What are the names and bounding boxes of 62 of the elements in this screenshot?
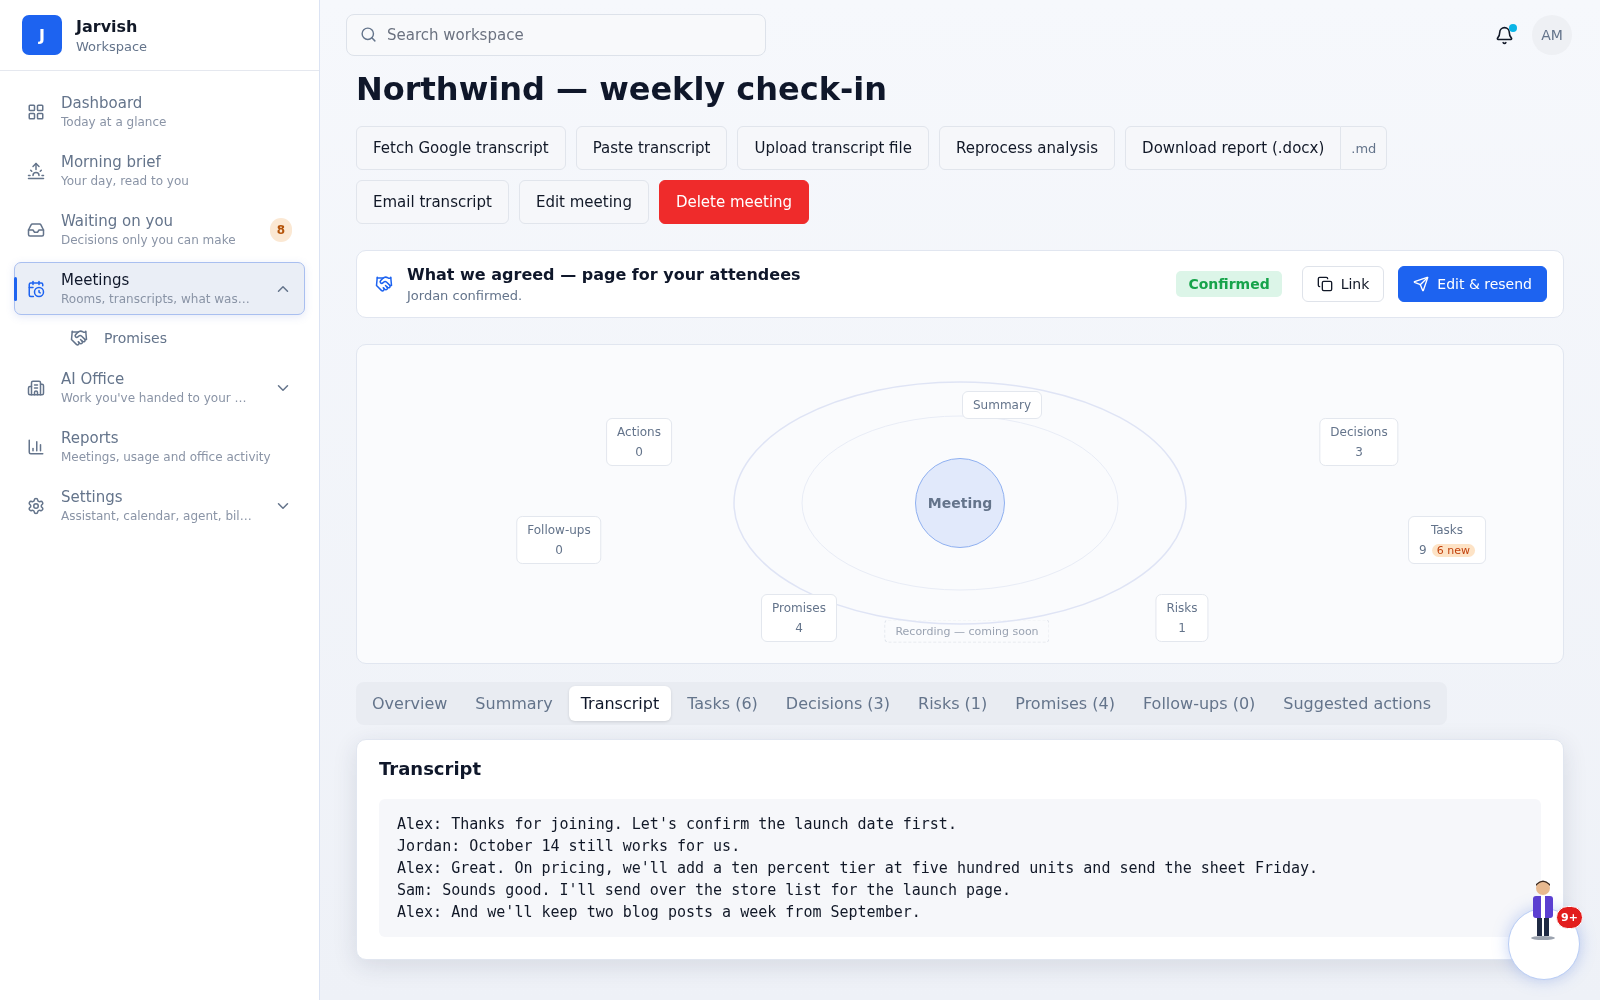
bar-chart-icon <box>27 437 45 456</box>
agreement-subtitle: Jordan confirmed. <box>407 288 524 303</box>
transcript-heading: Transcript <box>379 758 483 779</box>
nav-item[interactable]: AI Office Work you've handed to your … <box>14 361 305 414</box>
graph-node[interactable]: Follow-ups 0 <box>516 516 602 564</box>
format-button[interactable]: .md <box>1341 126 1388 170</box>
resend-button[interactable]: Edit & resend <box>1398 266 1547 302</box>
logo: J <box>22 15 62 55</box>
action-button[interactable]: Paste transcript <box>575 126 728 170</box>
handshake-icon <box>375 275 393 293</box>
graph-node[interactable]: Risks 1 <box>1155 594 1209 642</box>
action-button[interactable]: Email transcript <box>356 180 509 224</box>
tab[interactable]: Risks (1) <box>906 686 1000 721</box>
inbox-icon <box>27 220 45 239</box>
nav-item[interactable]: Dashboard Today at a glance <box>14 85 305 138</box>
agreement-title: What we agreed — page for your attendees <box>407 265 802 284</box>
action-button[interactable]: Upload transcript file <box>737 126 929 170</box>
copy-icon <box>1316 276 1333 292</box>
handshake-icon <box>70 329 88 347</box>
bell-icon[interactable] <box>1495 25 1514 45</box>
action-button[interactable]: Fetch Google transcript <box>356 126 566 170</box>
settings-icon <box>27 496 45 515</box>
count-badge: 8 <box>269 217 292 242</box>
graph-node[interactable]: Decisions 3 <box>1319 418 1399 466</box>
tab[interactable]: Promises (4) <box>1003 686 1127 721</box>
tab[interactable]: Summary <box>463 686 565 721</box>
tab[interactable]: Overview <box>360 686 460 721</box>
tab[interactable]: Follow-ups (0) <box>1130 686 1268 721</box>
graph-node[interactable]: Actions 0 <box>606 418 672 466</box>
tab[interactable]: Tasks (6) <box>675 686 770 721</box>
building-icon <box>27 378 45 397</box>
grid-icon <box>27 102 45 121</box>
graph-node[interactable]: Summary <box>962 391 1042 419</box>
new-badge: 6 new <box>1431 543 1475 557</box>
download-button[interactable]: Download report (.docx) <box>1125 126 1342 170</box>
action-button[interactable]: Reprocess analysis <box>938 126 1116 170</box>
search-field[interactable]: Search workspace <box>346 14 766 56</box>
graph-node[interactable]: Tasks 9 6 new <box>1408 516 1486 564</box>
link-button[interactable]: Link <box>1301 266 1385 302</box>
graph-node[interactable]: Promises 4 <box>761 594 837 642</box>
meeting-node[interactable]: Meeting <box>915 458 1005 548</box>
action-button[interactable]: Edit meeting <box>518 180 649 224</box>
send-icon <box>1413 276 1430 292</box>
nav-item[interactable]: Settings Assistant, calendar, agent, bil… <box>14 479 305 532</box>
brand-subtitle: Workspace <box>76 38 148 54</box>
nav-item[interactable]: Morning brief Your day, read to you <box>14 144 305 197</box>
brand-name: Jarvish <box>76 16 139 36</box>
tab[interactable]: Suggested actions <box>1271 686 1444 721</box>
page-title: Northwind — weekly check-in <box>356 70 889 108</box>
user-avatar[interactable]: AM <box>1532 15 1572 55</box>
transcript-text: Alex: Thanks for joining. Let's confirm the launch date first. Jordan: October 14 still works for us. Alex: Great. On pricing, we'll add a ten percent tier at five hundred units and send the sheet Friday. Sam: Sounds good. I'll send over the store list for the launch page. Alex: And we'll keep two blog posts a week from September. <box>379 799 1541 937</box>
tab[interactable]: Decisions (3) <box>773 686 902 721</box>
nav-item[interactable]: Reports Meetings, usage and office activity <box>14 420 305 473</box>
tab[interactable]: Transcript <box>568 686 672 721</box>
search-icon <box>360 26 377 43</box>
nav-item[interactable]: Meetings Rooms, transcripts, what was… <box>14 262 305 315</box>
sunrise-icon <box>27 161 45 180</box>
status-badge: Confirmed <box>1176 271 1282 297</box>
nav-subitem[interactable]: Promises <box>58 321 305 355</box>
nav-item[interactable]: Waiting on you Decisions only you can make 8 <box>14 203 305 256</box>
delete-button[interactable]: Delete meeting <box>658 180 810 224</box>
calendar-clock-icon <box>27 279 45 298</box>
